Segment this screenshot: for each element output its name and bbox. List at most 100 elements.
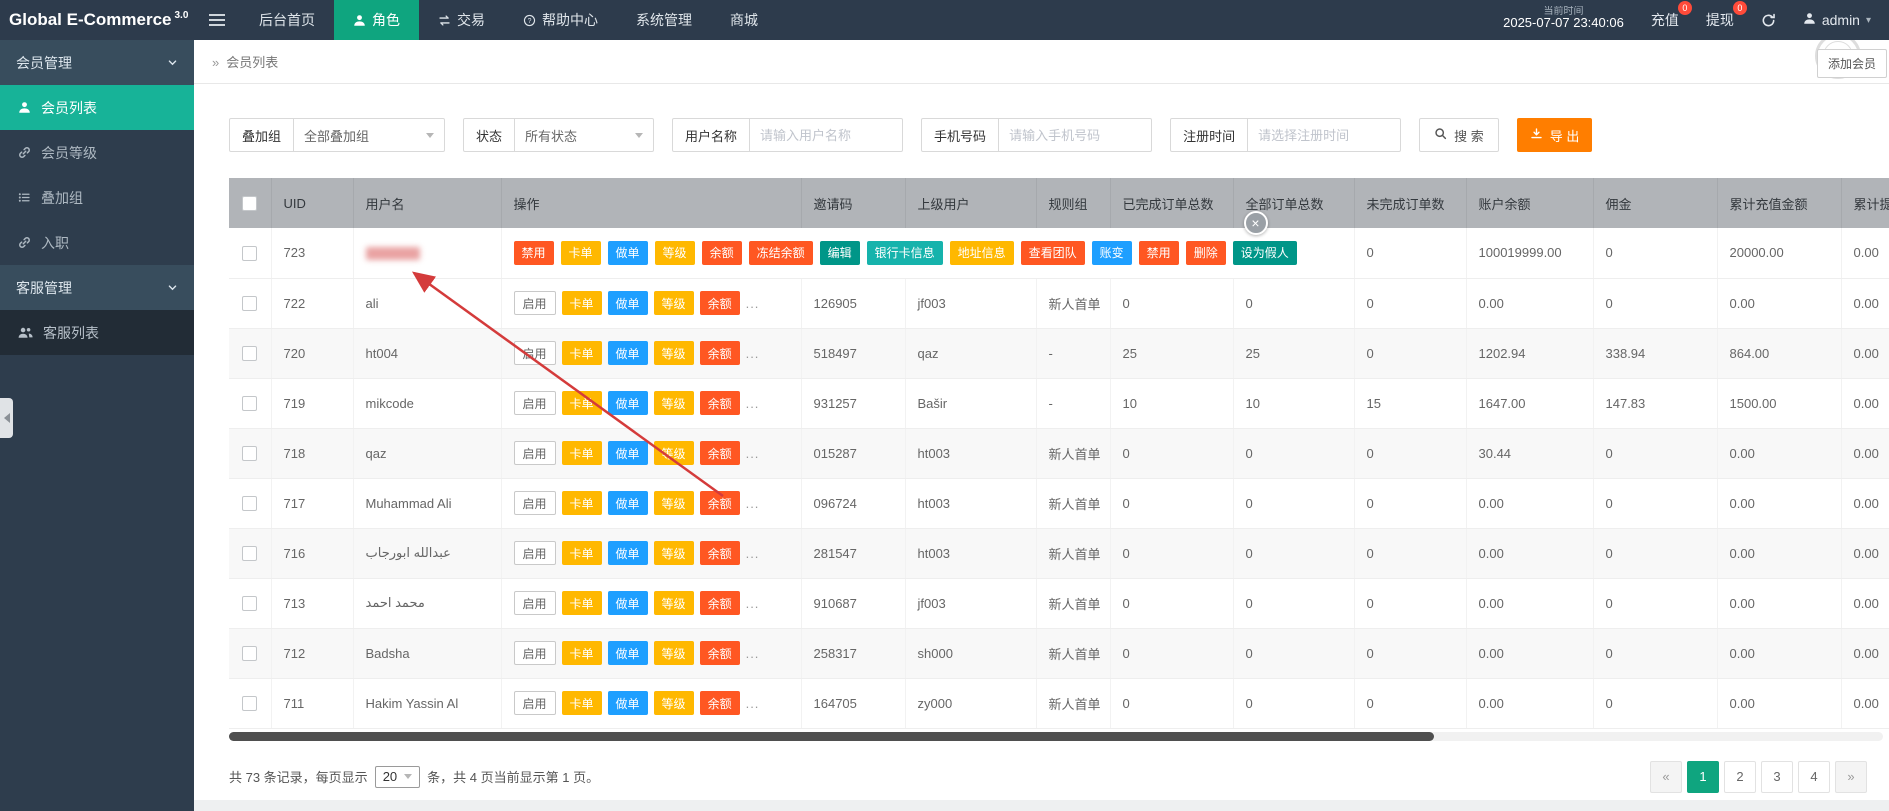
more-actions[interactable]: ... [746,346,760,361]
row-action-button[interactable]: 余额 [700,641,740,665]
regtime-input[interactable] [1258,128,1390,143]
sidebar-item[interactable]: 客服列表 [0,310,194,355]
nav-item[interactable]: 后台首页 [240,0,334,40]
more-actions[interactable]: ... [746,646,760,661]
row-action-button[interactable]: 做单 [608,241,648,265]
select-all-checkbox[interactable] [242,196,257,211]
search-button[interactable]: 搜 索 [1419,118,1499,152]
row-checkbox[interactable] [242,296,257,311]
row-action-button[interactable]: 做单 [608,691,648,715]
row-action-button[interactable]: 余额 [700,591,740,615]
withdraw-link[interactable]: 提现 0 [1706,10,1734,30]
row-action-button[interactable]: 余额 [700,541,740,565]
horizontal-scrollbar[interactable] [229,732,1883,741]
row-action-button[interactable]: 启用 [514,391,556,415]
row-checkbox[interactable] [242,496,257,511]
row-action-button[interactable]: 等级 [654,591,694,615]
row-action-button[interactable]: 做单 [608,391,648,415]
row-action-button[interactable]: 余额 [700,391,740,415]
row-action-button[interactable]: 等级 [654,391,694,415]
row-action-button[interactable]: 余额 [700,491,740,515]
row-action-button[interactable]: 等级 [654,341,694,365]
row-action-button[interactable]: 禁用 [514,241,554,265]
row-action-button[interactable]: 启用 [514,691,556,715]
row-action-button[interactable]: 余额 [700,341,740,365]
row-action-button[interactable]: 等级 [654,691,694,715]
row-action-button[interactable]: 等级 [655,241,695,265]
row-action-button[interactable]: 地址信息 [950,241,1014,265]
row-checkbox[interactable] [242,546,257,561]
scrollbar-thumb[interactable] [229,732,1434,741]
nav-item[interactable]: 交易 [419,0,504,40]
row-action-button[interactable]: 做单 [608,641,648,665]
row-action-button[interactable]: 卡单 [562,591,602,615]
row-action-button[interactable]: 等级 [654,641,694,665]
row-action-button[interactable]: 卡单 [562,691,602,715]
more-actions[interactable]: ... [746,396,760,411]
row-action-button[interactable]: 余额 [700,291,740,315]
sidebar-item[interactable]: 叠加组 [0,175,194,220]
page-button[interactable]: 2 [1724,761,1756,793]
export-button[interactable]: 导 出 [1517,118,1593,152]
row-action-button[interactable]: 启用 [514,291,556,315]
row-checkbox[interactable] [242,396,257,411]
row-checkbox[interactable] [242,446,257,461]
row-action-button[interactable]: 冻结余额 [749,241,813,265]
nav-item[interactable]: ?帮助中心 [504,0,617,40]
row-checkbox[interactable] [242,596,257,611]
row-action-button[interactable]: 禁用 [1139,241,1179,265]
more-actions[interactable]: ... [746,296,760,311]
sidebar-section-header[interactable]: 会员管理 [0,40,194,85]
overlay-group-select[interactable]: 全部叠加组 [294,119,444,151]
row-action-button[interactable]: 做单 [608,291,648,315]
row-action-button[interactable]: 卡单 [562,491,602,515]
row-action-button[interactable]: 做单 [608,491,648,515]
row-action-button[interactable]: 等级 [654,441,694,465]
page-button[interactable]: 1 [1687,761,1719,793]
row-action-button[interactable]: 查看团队 [1021,241,1085,265]
row-action-button[interactable]: 卡单 [562,641,602,665]
more-actions[interactable]: ... [746,496,760,511]
row-action-button[interactable]: 卡单 [562,391,602,415]
more-actions[interactable]: ... [746,596,760,611]
nav-item[interactable]: 商城 [711,0,777,40]
sidebar-item[interactable]: 会员列表 [0,85,194,130]
row-action-button[interactable]: 做单 [608,541,648,565]
row-action-button[interactable]: 启用 [514,441,556,465]
row-action-button[interactable]: 余额 [700,691,740,715]
row-action-button[interactable]: 卡单 [562,341,602,365]
row-action-button[interactable]: 余额 [700,441,740,465]
row-action-button[interactable]: 等级 [654,291,694,315]
more-actions[interactable]: ... [746,446,760,461]
more-actions[interactable]: ... [746,696,760,711]
sidebar-item[interactable]: 入职 [0,220,194,265]
row-action-button[interactable]: 启用 [514,541,556,565]
row-action-button[interactable]: 等级 [654,541,694,565]
user-menu[interactable]: admin ▾ [1803,12,1871,28]
row-checkbox[interactable] [242,246,257,261]
refresh-icon[interactable] [1761,13,1776,28]
row-action-button[interactable]: 卡单 [562,441,602,465]
nav-item[interactable]: 角色 [334,0,419,40]
row-action-button[interactable]: 银行卡信息 [867,241,943,265]
more-actions[interactable]: ... [746,546,760,561]
row-action-button[interactable]: 启用 [514,591,556,615]
username-input[interactable] [760,128,892,143]
row-checkbox[interactable] [242,696,257,711]
row-action-button[interactable]: 启用 [514,641,556,665]
sidebar-section-header[interactable]: 客服管理 [0,265,194,310]
add-member-button[interactable]: 添加会员 [1817,49,1887,78]
row-action-button[interactable]: 等级 [654,491,694,515]
row-action-button[interactable]: 做单 [608,441,648,465]
row-action-button[interactable]: 删除 [1186,241,1226,265]
close-icon[interactable]: × [1244,211,1268,235]
row-action-button[interactable]: 卡单 [561,241,601,265]
page-next-button[interactable]: » [1835,761,1867,793]
status-select[interactable]: 所有状态 [515,119,653,151]
row-action-button[interactable]: 设为假人 [1233,241,1297,265]
row-checkbox[interactable] [242,646,257,661]
row-action-button[interactable]: 卡单 [562,291,602,315]
row-action-button[interactable]: 做单 [608,591,648,615]
page-prev-button[interactable]: « [1650,761,1682,793]
nav-item[interactable]: 系统管理 [617,0,711,40]
